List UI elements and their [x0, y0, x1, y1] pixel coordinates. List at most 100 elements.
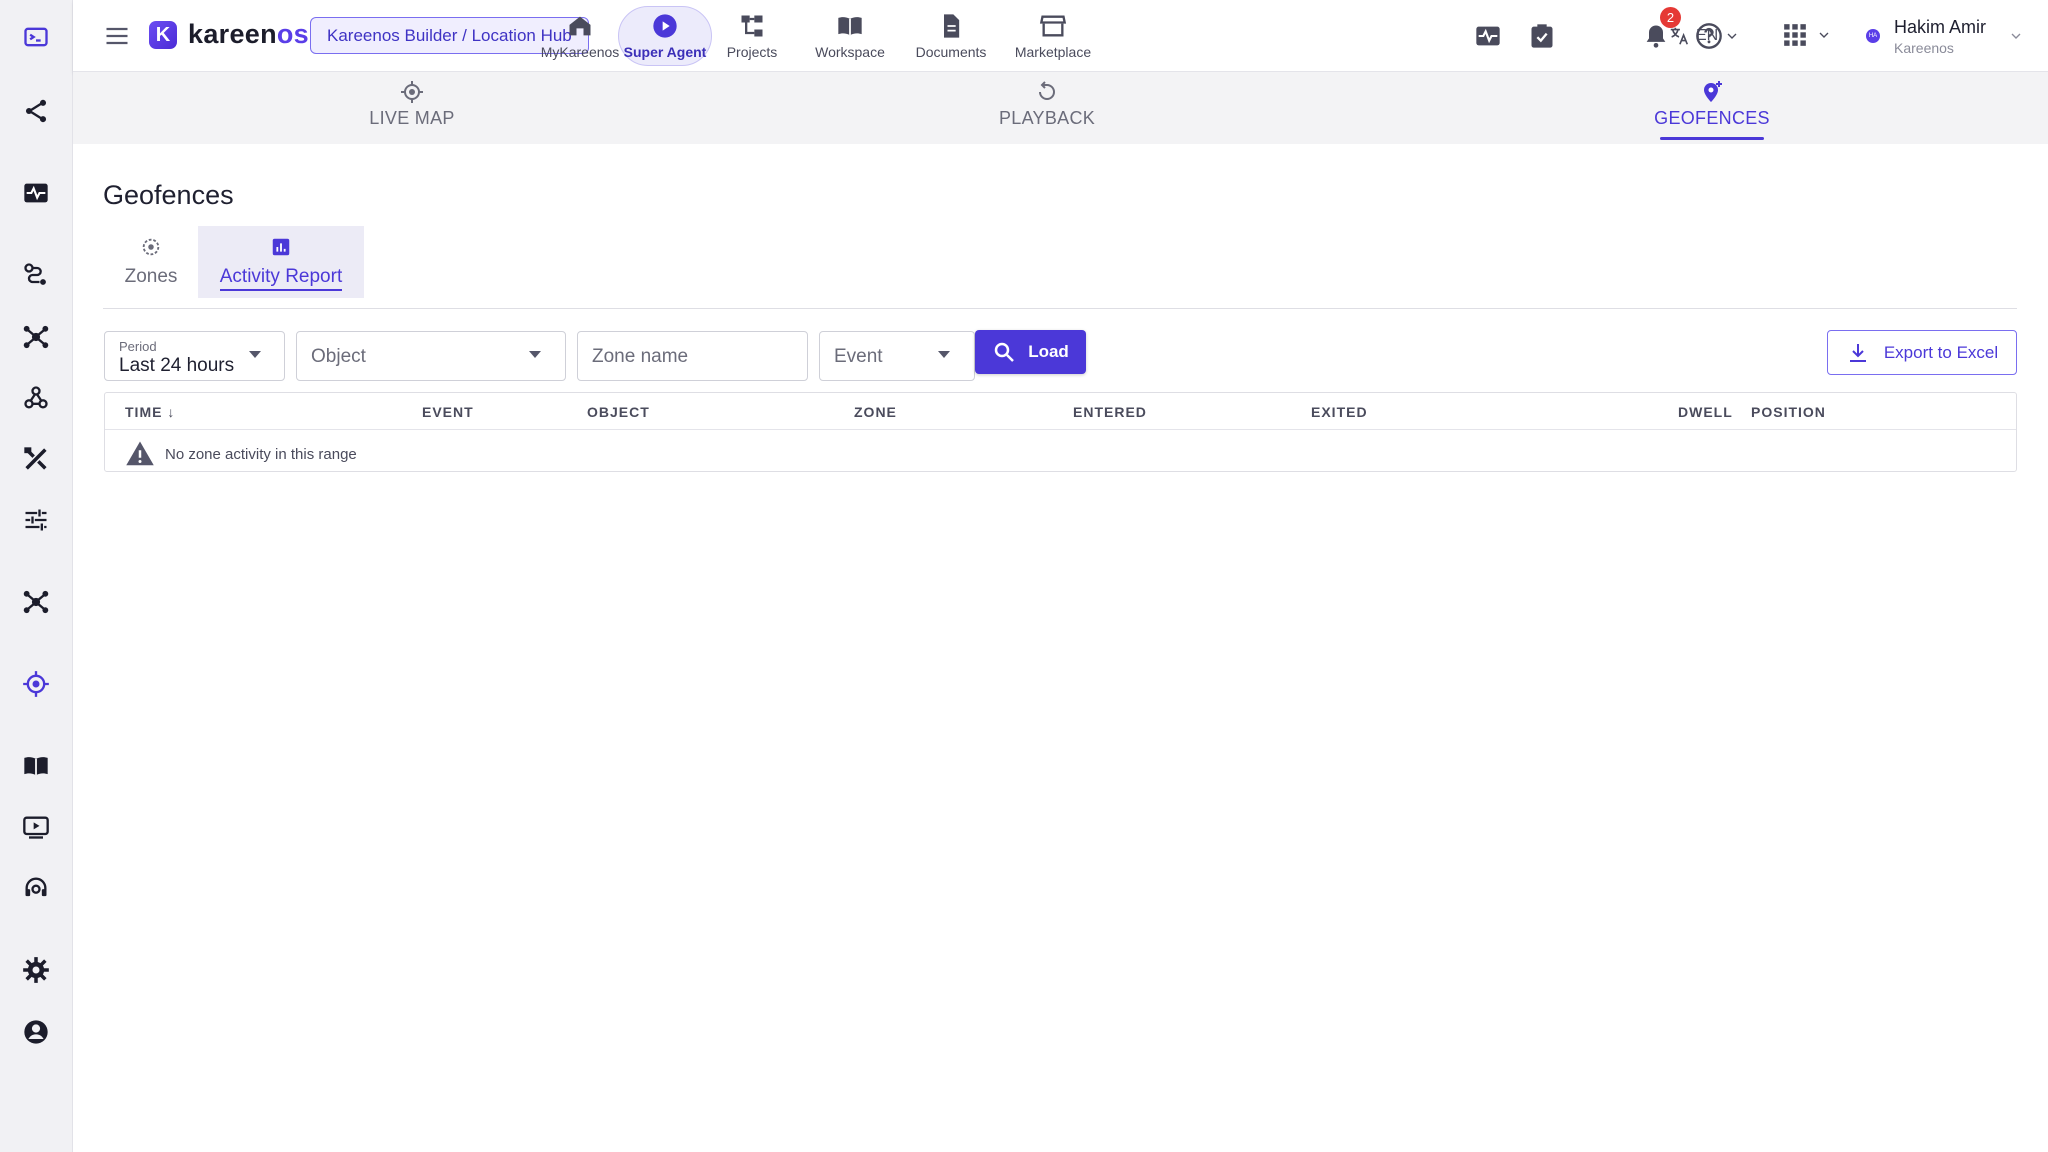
terminal-window-icon[interactable] — [21, 22, 51, 52]
logo-wordmark[interactable]: kareenos — [188, 19, 309, 50]
dropdown-caret-icon — [249, 351, 261, 358]
zone-name-placeholder: Zone name — [592, 346, 689, 367]
warning-icon — [126, 441, 154, 466]
column-header-zone[interactable]: ZONE — [854, 404, 897, 420]
user-menu[interactable]: HA Hakim Amir Kareenos — [1866, 10, 2024, 62]
language-selector[interactable]: EN — [1668, 23, 1740, 49]
tools-icon[interactable] — [21, 444, 51, 474]
object-select[interactable]: Object — [296, 331, 566, 381]
period-value: Last 24 hours — [119, 355, 235, 376]
chevron-down-icon — [1819, 32, 1829, 38]
monitor-pulse-icon[interactable] — [21, 178, 51, 208]
event-placeholder: Event — [834, 346, 883, 367]
event-select[interactable]: Event — [819, 331, 975, 381]
apps-grid-icon — [1784, 24, 1806, 46]
tab-playback[interactable]: PLAYBACK — [999, 80, 1095, 140]
zone-name-input[interactable]: Zone name — [577, 331, 808, 381]
storefront-icon — [1039, 15, 1067, 37]
nav-documents[interactable]: Documents — [911, 6, 991, 66]
load-label: Load — [1028, 342, 1069, 361]
tab-label: LIVE MAP — [369, 108, 455, 128]
book-open-icon — [838, 17, 862, 36]
tab-label: Activity Report — [219, 266, 343, 291]
crosshair-icon — [401, 81, 423, 103]
chevron-down-icon — [2011, 33, 2021, 39]
nav-mykareenos[interactable]: MyKareenos — [537, 6, 623, 66]
activity-table: TIME ↓ EVENT OBJECT ZONE ENTERED EXITED … — [104, 392, 2017, 472]
search-icon — [994, 342, 1015, 362]
dropdown-caret-icon — [938, 351, 950, 358]
task-check-icon[interactable] — [1528, 22, 1556, 50]
home-icon — [569, 16, 591, 36]
location-target-icon[interactable] — [21, 669, 51, 699]
tab-zones[interactable]: Zones — [103, 226, 199, 298]
chevron-down-icon — [1727, 33, 1737, 39]
logo-mark[interactable]: K — [149, 21, 177, 49]
bar-chart-icon — [272, 238, 290, 256]
column-header-position[interactable]: POSITION — [1751, 404, 1826, 420]
sort-arrow-down-icon: ↓ — [167, 404, 176, 420]
hub-network-icon[interactable] — [21, 587, 51, 617]
object-placeholder: Object — [311, 346, 366, 367]
tab-activity-report[interactable]: Activity Report — [198, 226, 364, 298]
zone-target-icon — [142, 238, 160, 256]
app-root: K kareenos Kareenos Builder / Location H… — [0, 0, 2048, 1152]
monitor-pulse-icon[interactable] — [1474, 22, 1502, 50]
column-header-entered[interactable]: ENTERED — [1073, 404, 1147, 420]
divider — [103, 308, 2017, 309]
logo-wordmark-main: kareen — [188, 19, 277, 49]
gear-icon[interactable] — [21, 955, 51, 985]
user-name: Hakim Amir — [1894, 16, 1987, 37]
language-code: EN — [1696, 27, 1719, 44]
period-select[interactable]: Period Last 24 hours — [104, 331, 285, 381]
nav-label: MyKareenos — [540, 44, 620, 60]
account-circle-icon[interactable] — [21, 1017, 51, 1047]
apps-menu[interactable] — [1782, 22, 1832, 48]
top-bar: K kareenos Kareenos Builder / Location H… — [73, 0, 2048, 72]
support-agent-icon[interactable] — [21, 873, 51, 903]
user-org: Kareenos — [1894, 39, 1954, 56]
nav-label: Projects — [726, 44, 778, 60]
projects-tree-icon — [741, 15, 763, 37]
workflow-icon[interactable] — [21, 260, 51, 290]
tab-geofences[interactable]: GEOFENCES — [1654, 80, 1770, 140]
left-rail — [0, 0, 73, 1152]
column-header-exited[interactable]: EXITED — [1311, 404, 1368, 420]
tab-live-map[interactable]: LIVE MAP — [356, 80, 468, 140]
load-button[interactable]: Load — [975, 330, 1086, 374]
nav-label: Documents — [915, 44, 987, 60]
location-add-icon — [1704, 81, 1722, 102]
share-icon[interactable] — [21, 96, 51, 126]
logo-wordmark-accent: os — [276, 19, 309, 49]
empty-message: No zone activity in this range — [165, 445, 357, 463]
column-label: TIME — [125, 404, 163, 420]
book-open-icon[interactable] — [21, 751, 51, 781]
export-excel-button[interactable]: Export to Excel — [1827, 330, 2017, 375]
tab-label: Zones — [124, 266, 178, 287]
page-title: Geofences — [103, 180, 234, 210]
export-label: Export to Excel — [1883, 342, 1999, 362]
nav-super-agent[interactable]: Super Agent — [618, 6, 712, 66]
nav-marketplace[interactable]: Marketplace — [1007, 6, 1099, 66]
nav-workspace[interactable]: Workspace — [813, 6, 887, 66]
period-label: Period — [119, 339, 157, 354]
video-player-icon[interactable] — [21, 812, 51, 842]
sliders-icon[interactable] — [21, 505, 51, 535]
tab-label: GEOFENCES — [1654, 108, 1770, 128]
column-header-dwell[interactable]: DWELL — [1678, 404, 1733, 420]
replay-icon — [1039, 81, 1055, 100]
nav-label: Workspace — [815, 44, 885, 60]
column-header-time[interactable]: TIME ↓ — [125, 404, 175, 420]
empty-state: No zone activity in this range — [125, 439, 357, 469]
column-header-object[interactable]: OBJECT — [587, 404, 650, 420]
column-header-event[interactable]: EVENT — [422, 404, 474, 420]
hub-network-icon[interactable] — [21, 322, 51, 352]
webhook-icon[interactable] — [21, 383, 51, 413]
dropdown-caret-icon — [529, 351, 541, 358]
menu-icon[interactable] — [103, 22, 131, 50]
translate-icon — [1670, 27, 1689, 45]
table-header: TIME ↓ EVENT OBJECT ZONE ENTERED EXITED … — [105, 393, 2016, 430]
nav-label: Super Agent — [623, 44, 707, 60]
user-info: Hakim Amir Kareenos — [1894, 17, 1986, 56]
nav-projects[interactable]: Projects — [721, 6, 783, 66]
